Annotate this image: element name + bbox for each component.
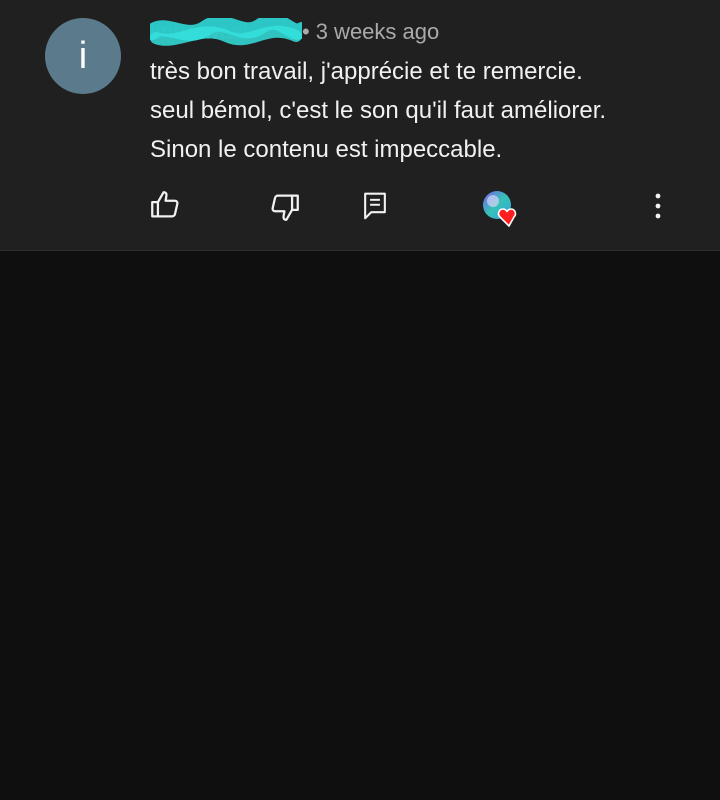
like-button[interactable]: [146, 186, 184, 224]
more-vertical-icon: [655, 193, 661, 219]
more-options-button[interactable]: [640, 186, 676, 226]
avatar[interactable]: i: [45, 18, 121, 94]
comment-timestamp: 3 weeks ago: [315, 19, 440, 44]
page: i imhotwasi • 3 weeks ago très bon trava…: [0, 0, 720, 800]
comment-meta: imhotwasi • 3 weeks ago: [150, 18, 439, 46]
avatar-letter: i: [78, 34, 88, 77]
creator-heart-badge[interactable]: [478, 186, 526, 230]
author-name[interactable]: imhotwasi: [150, 18, 302, 46]
reply-button[interactable]: [358, 188, 392, 224]
creator-heart-icon: [483, 191, 517, 227]
comment-icon: [364, 192, 386, 220]
comment-line: Sinon le contenu est impeccable.: [150, 136, 503, 163]
dislike-button[interactable]: [266, 188, 304, 226]
meta-separator: •: [302, 19, 310, 44]
comment-line: très bon travail, j'apprécie et te remer…: [150, 58, 583, 85]
comment-card: i imhotwasi • 3 weeks ago très bon trava…: [0, 0, 720, 251]
redaction-scribble: [150, 18, 302, 46]
thumbs-down-icon: [271, 194, 299, 221]
comment-line: seul bémol, c'est le son qu'il faut amél…: [150, 97, 607, 124]
comment-text: très bon travail, j'apprécie et te remer…: [150, 52, 690, 169]
thumbs-up-icon: [151, 191, 179, 218]
